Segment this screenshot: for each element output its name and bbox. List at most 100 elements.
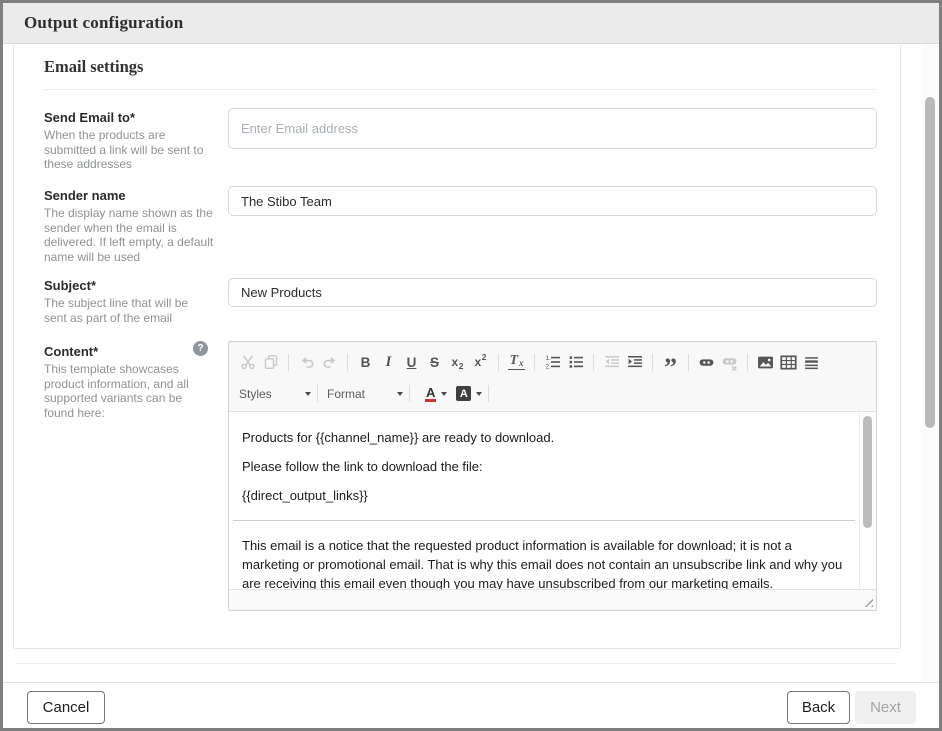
- toolbar-separator: [317, 385, 318, 402]
- chevron-down-icon: [476, 392, 482, 396]
- italic-button[interactable]: I: [377, 350, 400, 375]
- toolbar-separator: [288, 354, 289, 371]
- editor-toolbar-row1: B I U S x2 x2 Tx 1.2.: [229, 342, 876, 379]
- remove-format-icon: Tx: [508, 354, 524, 370]
- format-dropdown-label: Format: [327, 387, 365, 401]
- strikethrough-button[interactable]: S: [423, 350, 446, 375]
- horizontal-rule-icon: [803, 354, 820, 371]
- cut-icon: [240, 354, 256, 370]
- toolbar-separator: [347, 354, 348, 371]
- toolbar-separator: [593, 354, 594, 371]
- numbered-list-button[interactable]: 1.2.: [541, 350, 564, 375]
- resize-handle-icon[interactable]: [862, 596, 873, 607]
- link-icon: [698, 354, 715, 371]
- sender-name-label: Sender name: [44, 188, 220, 203]
- chevron-down-icon: [397, 392, 403, 396]
- numbered-list-icon: 1.2.: [545, 354, 561, 370]
- background-color-button[interactable]: A: [456, 386, 482, 401]
- underline-button[interactable]: U: [400, 350, 423, 375]
- sender-name-input[interactable]: [228, 186, 877, 216]
- toolbar-separator: [652, 354, 653, 371]
- horizontal-rule-button[interactable]: [800, 350, 823, 375]
- styles-dropdown[interactable]: Styles: [236, 382, 311, 406]
- format-dropdown[interactable]: Format: [324, 382, 403, 406]
- indent-button[interactable]: [623, 350, 646, 375]
- unlink-button: [718, 350, 741, 375]
- bold-icon: B: [361, 355, 371, 370]
- chevron-down-icon: [305, 392, 311, 396]
- image-icon: [757, 354, 774, 371]
- underline-icon: U: [407, 355, 417, 370]
- editor-divider: [233, 520, 855, 521]
- content-editor-body[interactable]: Products for {{channel_name}} are ready …: [229, 412, 860, 589]
- chevron-down-icon: [441, 392, 447, 396]
- dialog-header: Output configuration: [3, 3, 939, 44]
- send-email-to-label: Send Email to*: [44, 110, 220, 125]
- svg-text:2.: 2.: [545, 364, 551, 370]
- subscript-button[interactable]: x2: [446, 350, 469, 375]
- dialog-scrollbar-thumb[interactable]: [925, 97, 935, 428]
- section-divider: [44, 89, 877, 90]
- section-title: Email settings: [44, 57, 143, 77]
- copy-icon: [263, 354, 279, 370]
- unlink-icon: [721, 354, 738, 371]
- undo-button: [295, 350, 318, 375]
- outdent-icon: [604, 354, 620, 370]
- redo-icon: [322, 354, 338, 370]
- toolbar-separator: [488, 385, 489, 402]
- dialog-footer: Cancel Back Next: [3, 682, 939, 728]
- editor-toolbar-row2: Styles Format A A: [229, 379, 876, 411]
- editor-paragraph: Products for {{channel_name}} are ready …: [242, 428, 846, 447]
- next-button: Next: [855, 691, 916, 724]
- superscript-icon: x2: [475, 355, 487, 369]
- redo-button: [318, 350, 341, 375]
- sender-name-description: The display name shown as the sender whe…: [44, 206, 214, 264]
- bold-button[interactable]: B: [354, 350, 377, 375]
- text-color-button[interactable]: A: [425, 386, 447, 402]
- dialog-title: Output configuration: [24, 13, 183, 33]
- styles-dropdown-label: Styles: [239, 387, 272, 401]
- strikethrough-icon: S: [430, 355, 439, 370]
- editor-scrollbar[interactable]: [859, 412, 876, 589]
- blockquote-button[interactable]: ”: [659, 350, 682, 375]
- toolbar-separator: [688, 354, 689, 371]
- bulleted-list-icon: [568, 354, 584, 370]
- subject-input[interactable]: [228, 278, 877, 307]
- question-mark-icon[interactable]: ?: [193, 341, 208, 356]
- italic-icon: I: [386, 354, 392, 371]
- link-button[interactable]: [695, 350, 718, 375]
- bulleted-list-button[interactable]: [564, 350, 587, 375]
- table-icon: [780, 354, 797, 371]
- image-button[interactable]: [754, 350, 777, 375]
- text-color-icon: A: [425, 386, 436, 402]
- svg-text:1.: 1.: [545, 355, 551, 362]
- table-button[interactable]: [777, 350, 800, 375]
- editor-paragraph: Please follow the link to download the f…: [242, 457, 846, 476]
- dialog-scrollbar[interactable]: [922, 44, 938, 683]
- blockquote-icon: ”: [664, 364, 677, 372]
- remove-format-button[interactable]: Tx: [505, 350, 528, 375]
- subscript-icon: x2: [452, 355, 464, 369]
- superscript-button[interactable]: x2: [469, 350, 492, 375]
- content-description: This template showcases product informat…: [44, 362, 214, 420]
- send-email-to-input[interactable]: [228, 108, 877, 149]
- editor-scrollbar-thumb[interactable]: [863, 416, 872, 528]
- scroll-end-divider: [15, 663, 895, 664]
- editor-paragraph: {{direct_output_links}}: [242, 486, 846, 505]
- back-button[interactable]: Back: [787, 691, 850, 724]
- cut-button: [236, 350, 259, 375]
- content-rich-text-editor: B I U S x2 x2 Tx 1.2.: [228, 341, 877, 611]
- editor-bottom-bar: [229, 590, 876, 610]
- editor-paragraph: This email is a notice that the requeste…: [242, 536, 846, 589]
- toolbar-separator: [747, 354, 748, 371]
- editor-content-area: Products for {{channel_name}} are ready …: [229, 411, 876, 590]
- indent-icon: [627, 354, 643, 370]
- output-configuration-dialog: Output configuration Email settings Send…: [0, 0, 942, 731]
- background-color-icon: A: [456, 386, 471, 401]
- cancel-button[interactable]: Cancel: [27, 691, 105, 724]
- send-email-to-description: When the products are submitted a link w…: [44, 128, 214, 172]
- toolbar-separator: [534, 354, 535, 371]
- toolbar-separator: [498, 354, 499, 371]
- outdent-button: [600, 350, 623, 375]
- undo-icon: [299, 354, 315, 370]
